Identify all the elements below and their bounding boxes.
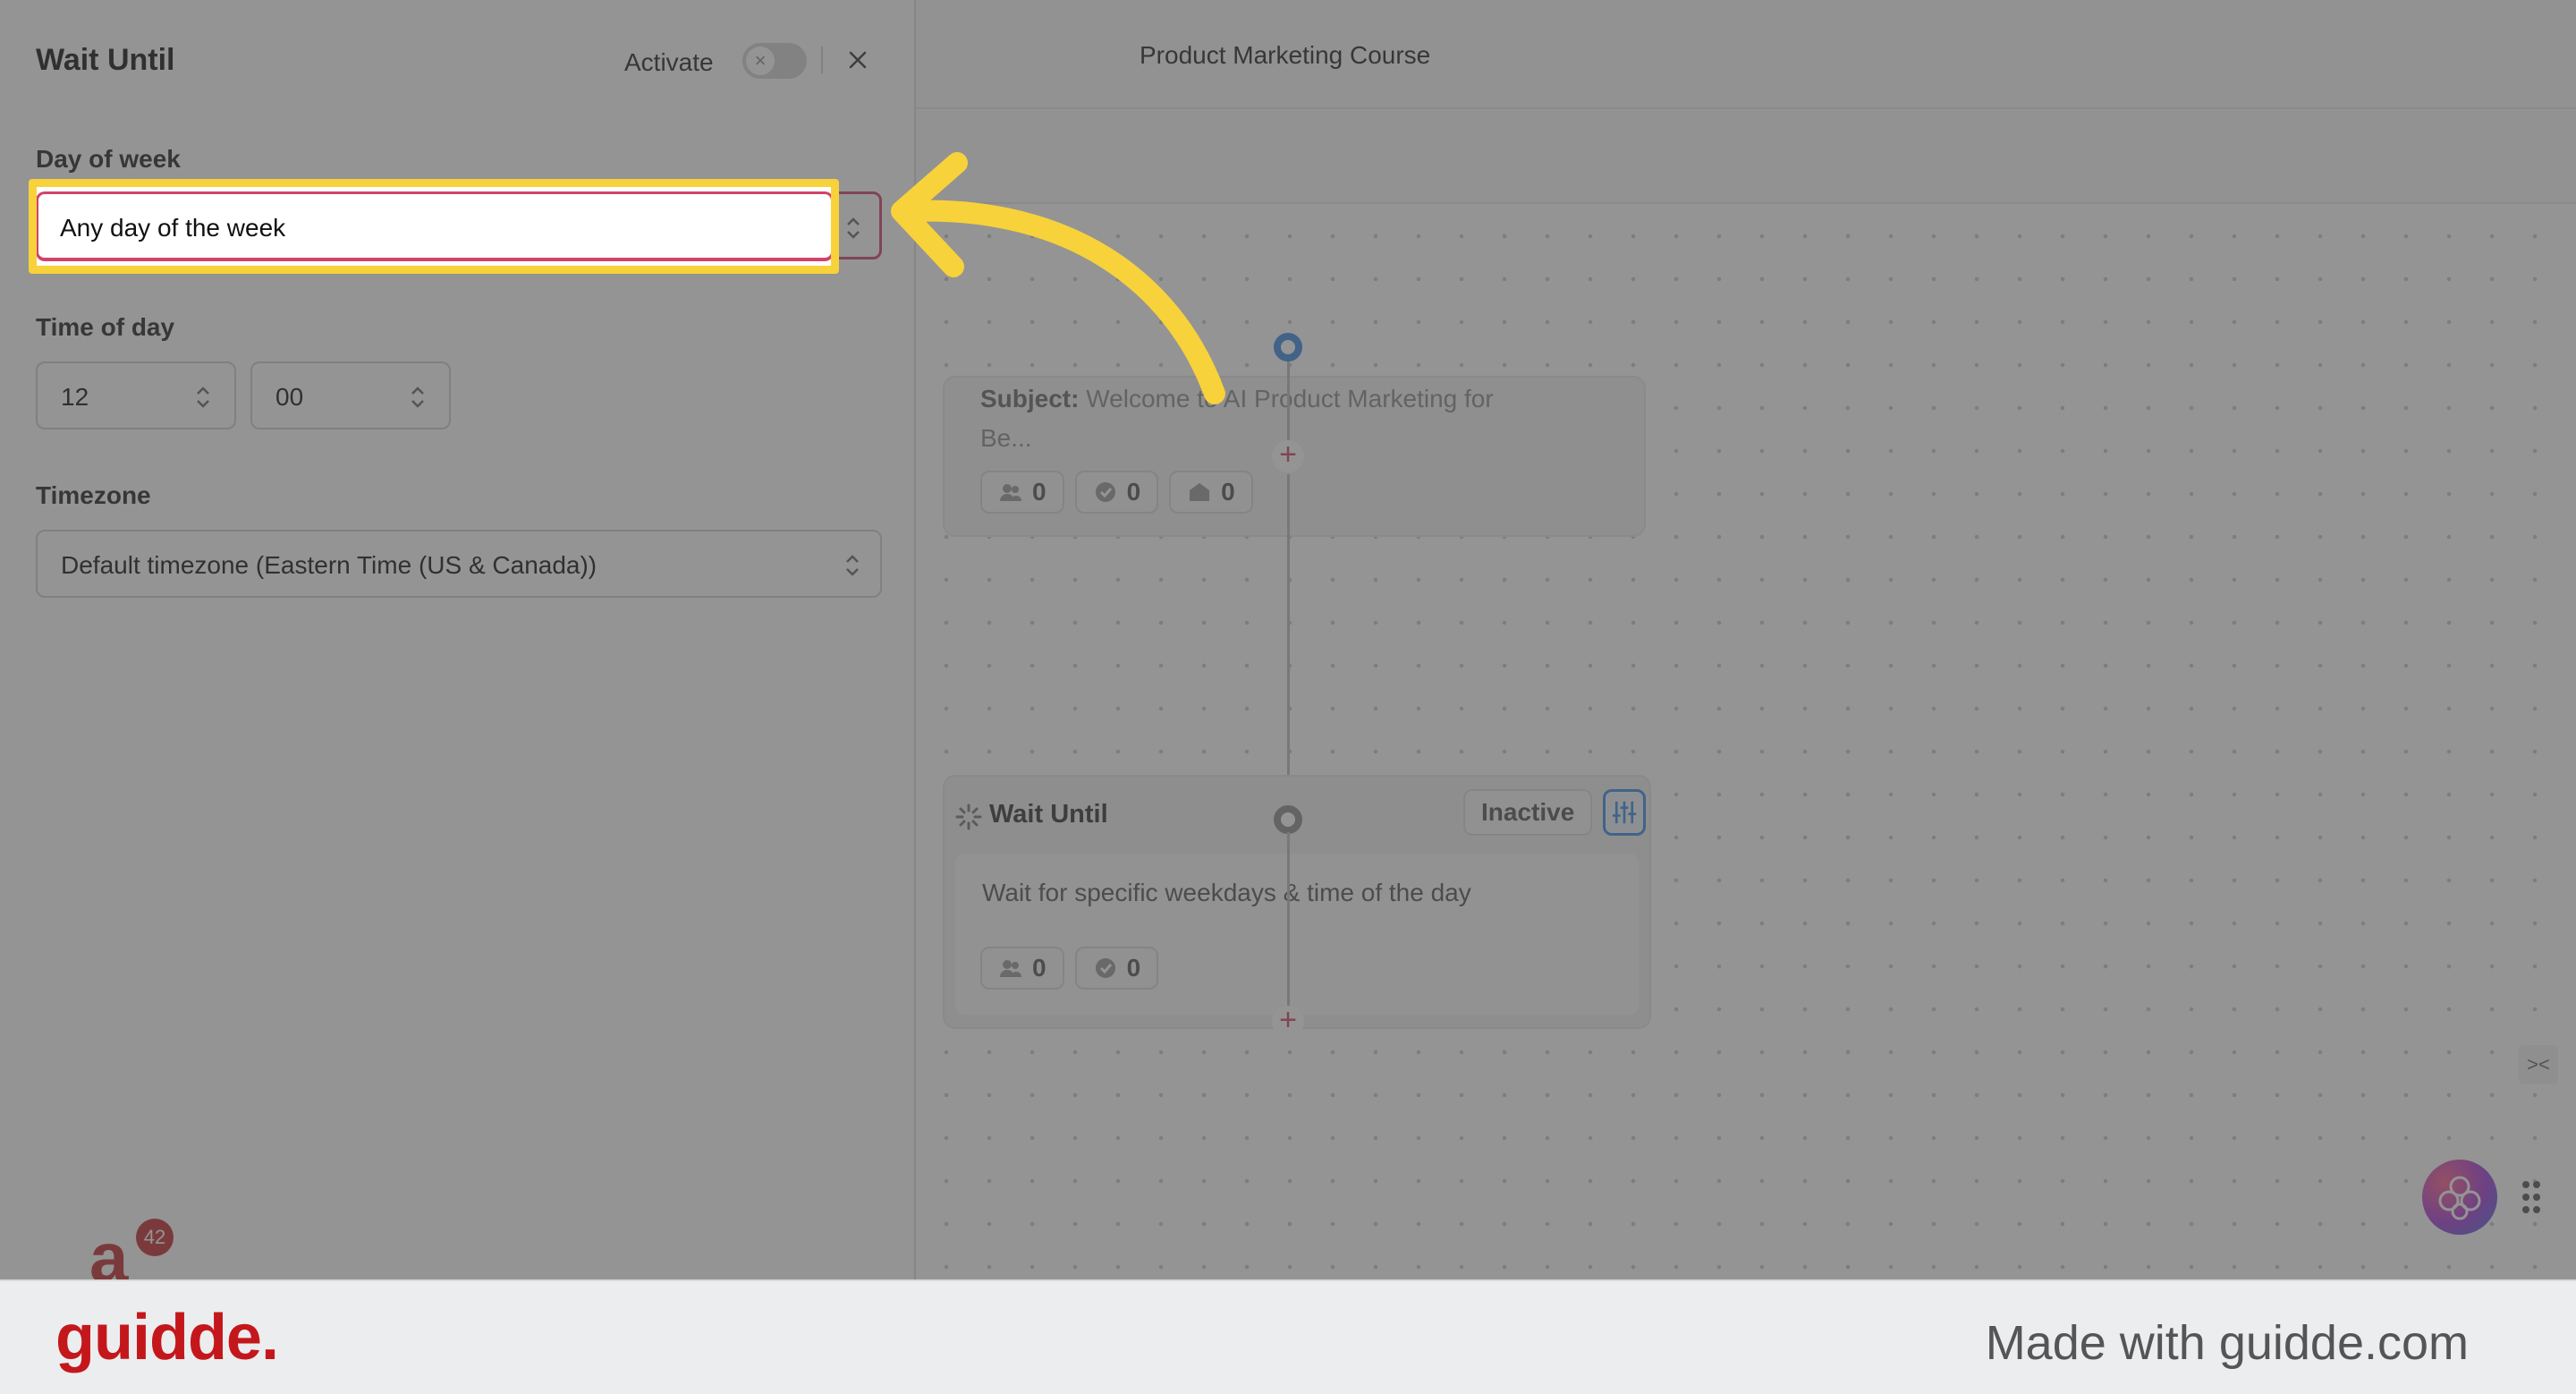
panel-title: Wait Until: [36, 43, 175, 77]
stepper-chevrons-icon: [197, 387, 209, 408]
activate-label: Activate: [624, 48, 714, 76]
stepper-chevrons-icon: [411, 387, 424, 408]
node-output-dot[interactable]: [1274, 333, 1302, 361]
toggle-off-icon: ×: [746, 47, 775, 75]
node-settings-button[interactable]: [1603, 789, 1646, 836]
hour-value: 12: [61, 383, 89, 411]
recipients-count: 0: [1032, 478, 1046, 506]
app-launcher-badge[interactable]: a 42: [68, 1218, 174, 1296]
wait-node-description: Wait for specific weekdays & time of the…: [982, 879, 1471, 906]
activate-toggle[interactable]: ×: [742, 43, 807, 79]
users-icon: [1000, 484, 1021, 501]
wait-node-body: Wait for specific weekdays & time of the…: [955, 854, 1639, 1015]
check-circle-icon: [1095, 958, 1115, 978]
wait-node-title: Wait Until: [989, 800, 1108, 829]
notification-count: 42: [136, 1219, 174, 1256]
loader-icon: [955, 803, 982, 830]
ai-assistant-button[interactable]: [2422, 1160, 2497, 1235]
header-divider: [821, 47, 823, 73]
timezone-label: Timezone: [36, 481, 151, 509]
connector-line: [1287, 474, 1290, 778]
mail-open-icon: [1190, 483, 1210, 501]
minute-select[interactable]: 00: [250, 361, 451, 429]
day-of-week-value: Any day of the week: [60, 214, 286, 242]
check-circle-icon: [1095, 482, 1115, 502]
time-of-day-label: Time of day: [36, 313, 175, 341]
opens-stat: 0: [1169, 471, 1253, 514]
waiting-count: 0: [1032, 954, 1046, 982]
passed-stat: 0: [1074, 947, 1159, 990]
completed-stat: 0: [1074, 471, 1159, 514]
recipients-stat: 0: [980, 471, 1064, 514]
connector-line: [1287, 832, 1290, 1011]
hour-select[interactable]: 12: [36, 361, 236, 429]
sliders-icon: [1612, 801, 1637, 824]
workflow-title: Product Marketing Course: [1140, 41, 1431, 69]
add-step-button[interactable]: +: [1272, 1005, 1304, 1038]
day-of-week-field-highlighted[interactable]: Any day of the week: [36, 191, 834, 261]
minute-value: 00: [275, 383, 304, 411]
guidde-logo: guidde.: [55, 1302, 279, 1373]
wait-stats: 0 0: [980, 947, 1159, 990]
users-icon: [1000, 960, 1021, 977]
drag-grip-icon[interactable]: [2521, 1179, 2542, 1215]
add-step-button[interactable]: +: [1272, 439, 1304, 472]
pointer-arrow-icon: [891, 152, 1225, 404]
timezone-select[interactable]: Default timezone (Eastern Time (US & Can…: [36, 530, 882, 598]
email-stats: 0 0 0: [980, 471, 1253, 514]
close-icon[interactable]: [844, 47, 871, 73]
select-chevrons-icon: [846, 555, 859, 576]
canvas-header: Product Marketing Course: [916, 0, 2576, 109]
node-output-dot[interactable]: [1274, 805, 1302, 834]
guidde-footer: guidde. Made with guidde.com: [0, 1279, 2576, 1394]
email-subject-line2: Be...: [980, 424, 1032, 452]
collapse-icon[interactable]: ><: [2519, 1045, 2558, 1084]
connector-line: [1287, 347, 1290, 449]
brain-icon: [2438, 1176, 2481, 1220]
opens-count: 0: [1221, 478, 1235, 506]
completed-count: 0: [1126, 478, 1141, 506]
status-badge: Inactive: [1463, 789, 1593, 836]
day-of-week-label: Day of week: [36, 145, 181, 173]
footer-tagline: Made with guidde.com: [1985, 1316, 2469, 1370]
passed-count: 0: [1126, 954, 1141, 982]
waiting-stat: 0: [980, 947, 1064, 990]
timezone-value: Default timezone (Eastern Time (US & Can…: [61, 551, 597, 579]
